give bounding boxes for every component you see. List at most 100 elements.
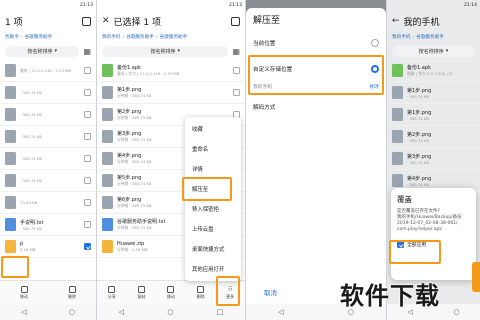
- file-meta: · 385.74 KB: [20, 134, 43, 139]
- menu-item-desktop-shortcut[interactable]: 桌面快捷方式: [185, 239, 241, 259]
- breadcrumb-item[interactable]: 我的手机: [392, 34, 410, 40]
- back-arrow-icon[interactable]: ←: [392, 16, 400, 26]
- breadcrumb-item[interactable]: 谷歌服务助手: [160, 34, 188, 40]
- back-nav-icon[interactable]: ◁: [21, 308, 26, 316]
- file-type-icon: [5, 218, 16, 231]
- file-name: 备份1.apk: [407, 65, 431, 71]
- row-checkbox[interactable]: [84, 111, 91, 118]
- chevron-down-icon: ▾: [177, 48, 180, 54]
- menu-item-rename[interactable]: 重命名: [185, 139, 241, 159]
- file-row[interactable]: 手说明.txt · 385.74 KB: [0, 214, 96, 236]
- file-row[interactable]: p 4.26 MB: [0, 236, 96, 258]
- copy-icon: [137, 285, 145, 293]
- file-row[interactable]: 第1步.png · 385.74 KB: [387, 82, 480, 104]
- recents-nav-icon[interactable]: □: [217, 308, 224, 316]
- row-checkbox[interactable]: [84, 199, 91, 206]
- breadcrumb-item[interactable]: 谷歌服务助手: [416, 34, 444, 40]
- file-type-icon: [102, 152, 113, 165]
- copy-button[interactable]: 复制: [137, 285, 145, 300]
- file-type-icon: [392, 108, 403, 121]
- file-row[interactable]: 第1步.png · 385.74 KB: [387, 104, 480, 126]
- file-row[interactable]: · 385.74 KB: [0, 170, 96, 192]
- move-button[interactable]: 移动: [20, 285, 28, 300]
- file-row[interactable]: 备份1.apk 备份 | 华为 | 11.0.0.149 · 2.53 MB: [97, 60, 245, 82]
- highlight-box: [389, 240, 441, 264]
- sort-label: 按名称排序: [418, 48, 444, 55]
- breadcrumb-item[interactable]: 务助手: [5, 34, 19, 40]
- sort-dropdown[interactable]: 按名称排序 ▾: [5, 45, 80, 57]
- chevron-down-icon: ▾: [54, 48, 57, 54]
- file-type-icon: [392, 64, 403, 77]
- row-checkbox[interactable]: [233, 89, 240, 96]
- status-time: 21:13: [229, 2, 242, 8]
- sheet-title: 解压至: [253, 16, 281, 26]
- option-label: 当前位置: [253, 41, 276, 47]
- move-button[interactable]: 移动: [167, 285, 175, 300]
- file-list: 备份1.apk 相册 | 华为 9.5.3.305_C0 第1步.png · 385.…: [387, 60, 480, 192]
- file-row[interactable]: · 385.74 KB: [0, 126, 96, 148]
- delete-button[interactable]: 删除: [68, 285, 76, 300]
- file-type-icon: [392, 86, 403, 99]
- back-nav-icon[interactable]: ◁: [278, 308, 283, 316]
- file-type-icon: [5, 108, 16, 121]
- row-checkbox[interactable]: [84, 177, 91, 184]
- menu-item-favorite[interactable]: 收藏: [185, 119, 241, 139]
- watermark-logo: [472, 262, 480, 292]
- sort-dropdown[interactable]: 按名称排序 ▾: [102, 45, 229, 57]
- file-row[interactable]: 第2步.png · 385.74 KB: [387, 126, 480, 148]
- row-checkbox[interactable]: [84, 243, 91, 250]
- file-row[interactable]: · 385.74 KB: [0, 148, 96, 170]
- row-checkbox[interactable]: [84, 67, 91, 74]
- file-meta: 相册 | 华为 9.5.3.305_C0: [407, 71, 453, 76]
- file-type-icon: [5, 64, 16, 77]
- breadcrumb-item[interactable]: 我的手机: [102, 34, 120, 40]
- file-row[interactable]: · 385.74 KB: [0, 82, 96, 104]
- move-icon: [167, 285, 175, 293]
- move-label: 移动: [20, 293, 28, 299]
- dialog-title: 覆盖: [397, 195, 412, 204]
- selection-title: 1 项: [5, 17, 23, 28]
- file-type-icon: [5, 174, 16, 187]
- cancel-button[interactable]: 取消: [264, 287, 277, 297]
- back-nav-icon[interactable]: ◁: [119, 308, 124, 316]
- file-meta: · 385.74 KB: [20, 156, 43, 161]
- file-row[interactable]: 备份1.apk 相册 | 华为 9.5.3.305_C0: [387, 60, 480, 82]
- row-checkbox[interactable]: [84, 155, 91, 162]
- status-bar: 21:13: [0, 0, 96, 10]
- overwrite-dialog: 覆盖 是否覆盖已存在文件? 我的手机/Huawei/Backup/备份 2019…: [391, 188, 476, 280]
- file-name: 第1步.png: [407, 87, 432, 94]
- file-row[interactable]: 第3步.png · 385.74 KB: [387, 148, 480, 170]
- file-type-icon: [5, 152, 16, 165]
- delete-button[interactable]: 删除: [197, 285, 205, 300]
- option-decode-method[interactable]: 解码方式: [246, 96, 386, 118]
- sort-dropdown[interactable]: 按名称排序 ▾: [392, 45, 475, 57]
- menu-item-move-to-safe[interactable]: 移入保密柜: [185, 199, 241, 219]
- file-row[interactable]: · 385.74 KB: [0, 104, 96, 126]
- file-meta: · 385.74 KB: [20, 225, 43, 231]
- grid-view-icon[interactable]: ▦: [232, 47, 240, 56]
- sort-row: 按名称排序 ▾: [387, 42, 480, 60]
- select-all-icon[interactable]: [231, 16, 240, 26]
- file-row[interactable]: 备份 | 11.0.0.149 · 2.53 MB: [0, 60, 96, 82]
- row-checkbox[interactable]: [84, 133, 91, 140]
- menu-item-upload-cloud[interactable]: 上传云盘: [185, 219, 241, 239]
- option-current-location[interactable]: 当前位置: [246, 32, 386, 54]
- breadcrumb-item[interactable]: 谷歌服务助手: [126, 34, 154, 40]
- row-checkbox[interactable]: [84, 221, 91, 228]
- home-nav-icon[interactable]: ○: [454, 308, 460, 316]
- close-icon[interactable]: ✕: [102, 16, 110, 26]
- share-button[interactable]: 分享: [108, 285, 116, 300]
- breadcrumb-item[interactable]: 谷歌服务助手: [25, 34, 53, 40]
- home-nav-icon[interactable]: ○: [69, 308, 75, 316]
- file-name: 第1步.png: [117, 87, 142, 93]
- screenshot-collage: 21:13 1 项 务助手 › 谷歌服务助手 按名称排序 ▾ ▦ 备份 | 11.0…: [0, 0, 480, 320]
- menu-item-details[interactable]: 详情: [185, 159, 241, 179]
- row-checkbox[interactable]: [84, 89, 91, 96]
- file-row[interactable]: 73.03 KB: [0, 192, 96, 214]
- bottom-action-bar: 移动 删除: [0, 280, 96, 304]
- row-checkbox[interactable]: [233, 67, 240, 74]
- select-all-icon[interactable]: [82, 16, 91, 26]
- grid-view-icon[interactable]: ▦: [83, 47, 91, 56]
- home-nav-icon[interactable]: ○: [167, 308, 173, 316]
- file-row[interactable]: 第1步.png 分钟前 · 385.74 KB: [97, 82, 245, 104]
